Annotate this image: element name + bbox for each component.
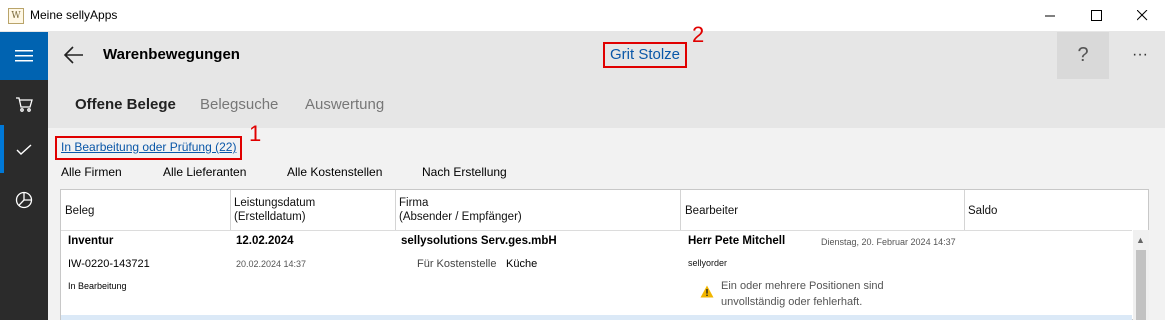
column-separator: [395, 190, 396, 230]
tab-auswertung[interactable]: Auswertung: [305, 96, 384, 113]
column-header-firma[interactable]: Firma (Absender / Empfänger): [399, 196, 522, 224]
row-editor: Herr Pete Mitchell: [688, 235, 786, 247]
column-header-label: Firma: [399, 197, 429, 209]
checkmark-icon: [16, 144, 32, 155]
row-editor-app: sellyorder: [688, 258, 728, 268]
column-header-label: Beleg: [65, 205, 95, 217]
warning-icon: [700, 285, 714, 303]
nav-reports[interactable]: [0, 178, 48, 222]
column-header-beleg[interactable]: Beleg: [65, 204, 94, 218]
row-cost-center: Küche: [506, 258, 538, 270]
user-name-link[interactable]: Grit Stolze: [603, 42, 687, 68]
column-header-leistungsdatum[interactable]: Leistungsdatum (Erstelldatum): [234, 196, 315, 224]
scrollbar-thumb[interactable]: [1136, 250, 1146, 320]
shopping-cart-icon: [16, 97, 33, 112]
column-separator: [230, 190, 231, 230]
nav-cart[interactable]: [0, 82, 48, 126]
row-document-number: IW-0220-143721: [68, 258, 150, 270]
column-header-label: Leistungsdatum: [234, 197, 316, 209]
row-cost-center-label: Für Kostenstelle: [417, 258, 497, 270]
maximize-icon: [1090, 10, 1102, 21]
row-warning-text: Ein oder mehrere Positionen sind unvolls…: [721, 280, 884, 308]
column-header-label: Saldo: [968, 205, 998, 217]
column-separator: [964, 190, 965, 230]
filter-cost-centers-button[interactable]: Alle Kostenstellen: [287, 165, 382, 179]
hamburger-menu-button[interactable]: [0, 32, 48, 80]
row-status: In Bearbeitung: [68, 281, 127, 291]
column-header-bearbeiter[interactable]: Bearbeiter: [685, 204, 738, 218]
row-document-type[interactable]: Inventur: [68, 235, 113, 247]
tab-belegsuche[interactable]: Belegsuche: [200, 96, 278, 113]
column-header-label: Bearbeiter: [685, 205, 739, 217]
app-icon: W: [8, 8, 24, 24]
window-title: Meine sellyApps: [30, 8, 118, 22]
window-titlebar: [0, 0, 1165, 32]
minimize-button[interactable]: [1027, 0, 1073, 31]
column-header-sublabel: (Erstelldatum): [234, 211, 306, 223]
status-filter-link[interactable]: In Bearbeitung oder Prüfung (22): [61, 140, 236, 154]
pie-chart-icon: [15, 191, 33, 209]
back-arrow-icon: [63, 46, 83, 64]
page-title: Warenbewegungen: [103, 46, 240, 63]
column-header-saldo[interactable]: Saldo: [968, 204, 997, 218]
callout-number-1: 1: [249, 121, 262, 146]
help-button[interactable]: ?: [1057, 32, 1109, 79]
column-header-sublabel: (Absender / Empfänger): [399, 211, 522, 223]
scroll-up-icon[interactable]: ▲: [1136, 235, 1145, 245]
callout-number-2: 2: [692, 22, 705, 47]
row-created: 20.02.2024 14:37: [236, 259, 307, 269]
close-icon: [1136, 10, 1147, 21]
row-date: 12.02.2024: [236, 235, 294, 247]
row-company: sellysolutions Serv.ges.mbH: [401, 235, 557, 247]
nav-checkmark[interactable]: [0, 128, 48, 172]
column-separator: [680, 190, 681, 230]
filter-suppliers-button[interactable]: Alle Lieferanten: [163, 165, 246, 179]
maximize-button[interactable]: [1073, 0, 1119, 31]
sort-creation-button[interactable]: Nach Erstellung: [422, 165, 507, 179]
hamburger-icon: [15, 50, 33, 62]
more-options-button[interactable]: ···: [1120, 40, 1160, 70]
back-button[interactable]: [62, 43, 86, 67]
next-row-highlight: [61, 315, 1132, 320]
close-button[interactable]: [1119, 0, 1165, 31]
row-edited-at: Dienstag, 20. Februar 2024 14:37: [821, 237, 956, 247]
filter-companies-button[interactable]: Alle Firmen: [61, 165, 122, 179]
minimize-icon: [1044, 15, 1055, 17]
tab-offene-belege[interactable]: Offene Belege: [75, 96, 176, 113]
